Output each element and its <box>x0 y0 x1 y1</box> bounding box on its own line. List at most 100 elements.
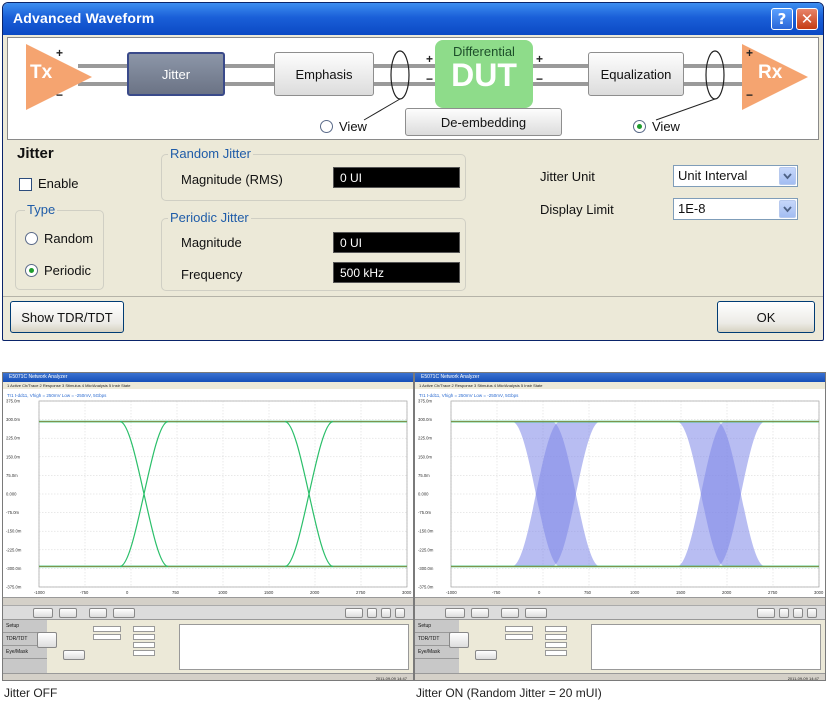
show-tdr-tdt-button[interactable]: Show TDR/TDT <box>10 301 124 333</box>
jitter-unit-select[interactable]: Unit Interval <box>673 165 798 187</box>
eye-diagram-svg: Tr1 t-dd11, Vhigh = 250mV Low = -250mV, … <box>418 393 824 595</box>
rx-label: Rx <box>758 62 783 83</box>
toolbar-button[interactable] <box>779 608 789 618</box>
settings-field[interactable] <box>545 626 567 632</box>
toolbar-button[interactable] <box>345 608 363 618</box>
draw-eye-button[interactable] <box>37 632 57 648</box>
x-tick-label: 1500 <box>676 590 686 595</box>
y-tick-label: -75.0m <box>418 510 432 515</box>
toolbar-button[interactable] <box>33 608 53 618</box>
settings-field[interactable] <box>545 650 567 656</box>
type-random-radio[interactable] <box>25 232 38 245</box>
y-tick-label: -300.0m <box>418 566 434 571</box>
ok-button[interactable]: OK <box>717 301 815 333</box>
toolbar-button[interactable] <box>59 608 77 618</box>
settings-field[interactable] <box>93 626 121 632</box>
toolbar-button[interactable] <box>471 608 489 618</box>
settings-field[interactable] <box>133 626 155 632</box>
frequency-field[interactable]: 500 kHz <box>333 262 460 283</box>
display-limit-label: Display Limit <box>540 202 614 217</box>
advanced-waveform-button[interactable] <box>475 650 497 660</box>
y-tick-label: 75.0m <box>6 473 18 478</box>
view-left-option[interactable]: View <box>320 119 367 134</box>
draw-eye-button[interactable] <box>449 632 469 648</box>
results-table <box>591 624 821 670</box>
x-tick-label: -750 <box>492 590 501 595</box>
settings-field[interactable] <box>133 650 155 656</box>
x-tick-label: 2750 <box>356 590 366 595</box>
toolbar-button[interactable] <box>89 608 107 618</box>
equalization-node-button[interactable]: Equalization <box>588 52 684 96</box>
screenshot-jitter-off: E5071C Network Analyzer 1 Active Ch/Trac… <box>2 372 414 681</box>
settings-field[interactable] <box>545 642 567 648</box>
toolbar-button[interactable] <box>525 608 547 618</box>
settings-field[interactable] <box>133 634 155 640</box>
toolbar-button[interactable] <box>445 608 465 618</box>
view-right-radio[interactable] <box>633 120 646 133</box>
y-tick-label: 150.0m <box>6 454 20 459</box>
analyzer-menu-bar[interactable]: 1 Active Ch/Trace 2 Response 3 Stimulus … <box>3 382 413 389</box>
y-tick-label: -75.0m <box>6 510 20 515</box>
toolbar-button[interactable] <box>367 608 377 618</box>
y-tick-label: 300.0m <box>6 417 20 422</box>
help-icon[interactable] <box>381 608 391 618</box>
frequency-label: Frequency <box>181 267 243 282</box>
enable-checkbox[interactable] <box>19 178 32 191</box>
tx-plus: + <box>56 46 64 60</box>
trace-label: Tr1 t-dd11, Vhigh = 250mV Low = -250mV, … <box>419 393 519 398</box>
dut-in-minus: − <box>426 72 434 86</box>
analyzer-timestamp: 2011-09-09 14:47 <box>415 673 825 680</box>
x-tick-label: -750 <box>80 590 89 595</box>
y-tick-label: -150.0m <box>6 529 22 534</box>
view-left-radio[interactable] <box>320 120 333 133</box>
y-tick-label: -225.0m <box>418 547 434 552</box>
probe-right-ellipse <box>705 50 725 100</box>
settings-field[interactable] <box>505 634 533 640</box>
type-group <box>15 210 104 290</box>
help-button[interactable]: ? <box>771 8 793 30</box>
x-tick-label: 2750 <box>768 590 778 595</box>
chevron-down-icon[interactable] <box>779 167 796 185</box>
y-tick-label: -225.0m <box>6 547 22 552</box>
settings-field[interactable] <box>93 634 121 640</box>
magnitude-rms-field[interactable]: 0 UI <box>333 167 460 188</box>
analyzer-menu-bar[interactable]: 1 Active Ch/Trace 2 Response 3 Stimulus … <box>415 382 825 389</box>
close-icon[interactable] <box>807 608 817 618</box>
emphasis-node-button[interactable]: Emphasis <box>274 52 374 96</box>
help-icon[interactable] <box>793 608 803 618</box>
x-tick-label: -1000 <box>34 590 45 595</box>
dialog-titlebar[interactable]: Advanced Waveform ? ✕ <box>3 3 823 35</box>
x-tick-label: 3000 <box>814 590 824 595</box>
toolbar-button[interactable] <box>757 608 775 618</box>
settings-field[interactable] <box>505 626 533 632</box>
rx-plus: + <box>746 46 754 60</box>
type-periodic-label: Periodic <box>44 263 91 278</box>
x-tick-label: 0 <box>126 590 129 595</box>
analyzer-timestamp: 2011-09-09 14:47 <box>3 673 413 680</box>
dut-block[interactable]: Differential DUT <box>435 40 533 108</box>
magnitude-field[interactable]: 0 UI <box>333 232 460 253</box>
chevron-down-icon[interactable] <box>779 200 796 218</box>
jitter-heading: Jitter <box>17 145 54 162</box>
analyzer-settings-panel: Setup TDR/TDT Eye/Mask <box>415 619 825 674</box>
type-periodic-radio[interactable] <box>25 264 38 277</box>
settings-field[interactable] <box>545 634 567 640</box>
settings-field[interactable] <box>133 642 155 648</box>
close-button[interactable]: ✕ <box>796 8 818 30</box>
deembedding-button[interactable]: De-embedding <box>405 108 562 136</box>
close-icon[interactable] <box>395 608 405 618</box>
advanced-waveform-button[interactable] <box>63 650 85 660</box>
view-right-option[interactable]: View <box>633 119 680 134</box>
jitter-unit-label: Jitter Unit <box>540 169 595 184</box>
y-tick-label: 0.000 <box>418 492 429 497</box>
jitter-node-button[interactable]: Jitter <box>127 52 225 96</box>
display-limit-select[interactable]: 1E-8 <box>673 198 798 220</box>
y-tick-label: 375.0m <box>418 399 432 404</box>
type-random-option[interactable]: Random <box>25 231 93 246</box>
type-periodic-option[interactable]: Periodic <box>25 263 91 278</box>
x-tick-label: 2000 <box>310 590 320 595</box>
toolbar-button[interactable] <box>501 608 519 618</box>
results-table <box>179 624 409 670</box>
x-tick-label: 750 <box>584 590 592 595</box>
toolbar-button[interactable] <box>113 608 135 618</box>
